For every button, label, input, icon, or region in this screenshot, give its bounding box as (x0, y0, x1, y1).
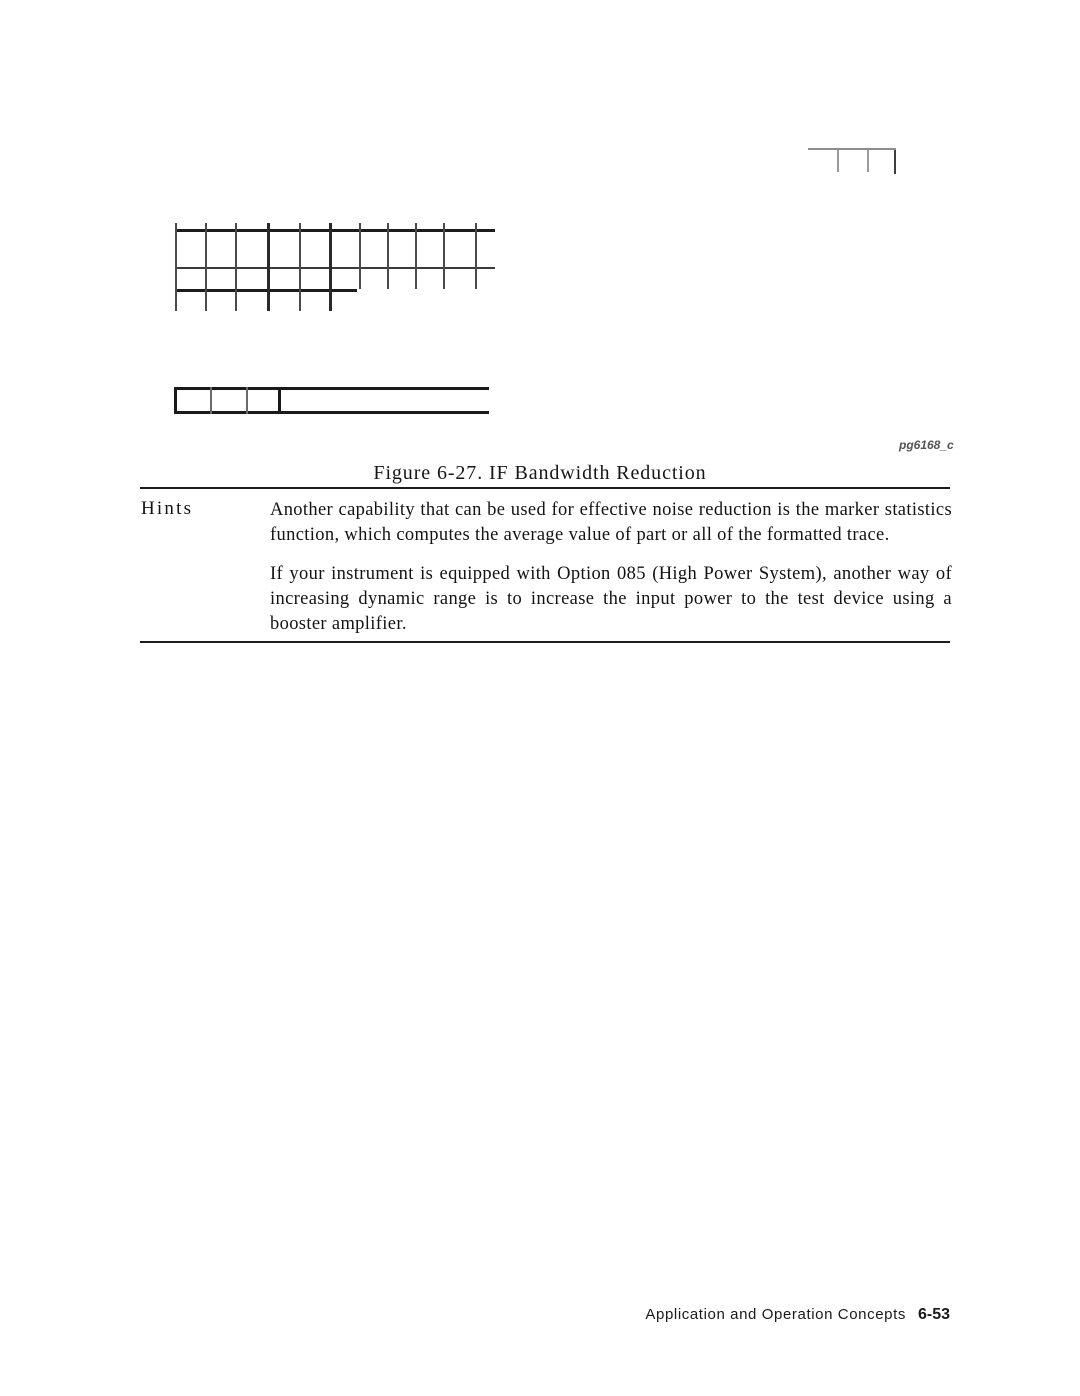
page-footer: Application and Operation Concepts 6-53 (0, 1306, 1080, 1324)
hints-body: Another capability that can be used for … (270, 498, 952, 637)
grid-horizontal-line (175, 229, 495, 232)
manual-page: pg6168_c Figure 6-27. IF Bandwidth Reduc… (0, 0, 1080, 1396)
grid-vertical-line (415, 223, 417, 289)
artwork-lower-box (174, 387, 489, 414)
lower-box-divider (278, 387, 281, 414)
fragment-tick-2 (867, 150, 869, 172)
fragment-tick-3 (894, 150, 896, 174)
grid-vertical-line (359, 223, 361, 289)
hints-bottom-rule (140, 641, 950, 643)
figure-artwork: pg6168_c (0, 0, 1080, 452)
grid-vertical-line (205, 223, 207, 311)
grid-vertical-line (443, 223, 445, 289)
figure-caption: Figure 6-27. IF Bandwidth Reduction (373, 462, 707, 484)
grid-vertical-line (299, 223, 301, 311)
artwork-grid (175, 223, 495, 313)
lower-box-bottom-edge (174, 411, 489, 414)
grid-vertical-line (329, 223, 332, 311)
artwork-id-label: pg6168_c (899, 438, 954, 452)
grid-vertical-line (235, 223, 237, 311)
fragment-horizontal-rule (808, 148, 896, 150)
footer-page-number: 6-53 (917, 1306, 950, 1323)
lower-box-divider (246, 387, 248, 414)
hints-paragraph: If your instrument is equipped with Opti… (270, 564, 952, 634)
lower-box-divider (210, 387, 212, 414)
hints-paragraph: Another capability that can be used for … (270, 500, 952, 545)
lower-box-top-edge (174, 387, 489, 390)
grid-vertical-line (387, 223, 389, 289)
fragment-tick-1 (837, 150, 839, 172)
grid-horizontal-line (175, 267, 495, 269)
footer-chapter-title: Application and Operation Concepts (645, 1306, 906, 1323)
grid-vertical-line (475, 223, 477, 289)
grid-vertical-line (267, 223, 270, 311)
lower-box-divider (174, 387, 177, 414)
grid-vertical-line (175, 223, 177, 311)
hints-top-rule (140, 487, 950, 489)
hints-label: Hints (141, 498, 194, 519)
artwork-top-right-fragment (808, 148, 896, 176)
